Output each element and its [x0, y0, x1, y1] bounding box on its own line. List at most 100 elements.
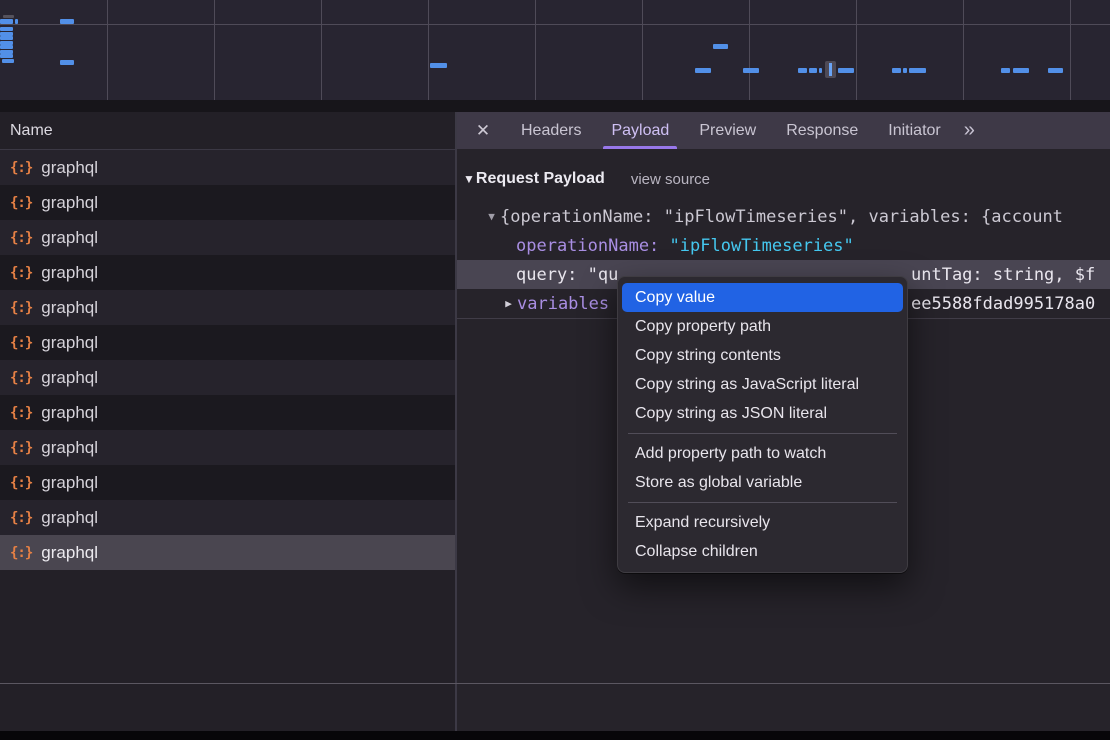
payload-root-row[interactable]: ▼{operationName: "ipFlowTimeseries", var… — [457, 202, 1110, 231]
json-request-icon: {:} — [10, 475, 32, 491]
json-request-icon: {:} — [10, 440, 32, 456]
request-timing-bar — [909, 68, 926, 73]
operation-name-row[interactable]: operationName: "ipFlowTimeseries" — [457, 231, 1110, 260]
json-request-icon: {:} — [10, 510, 32, 526]
menu-item-copy-string-as-json-literal[interactable]: Copy string as JSON literal — [622, 399, 903, 428]
request-row[interactable]: {:}graphql — [0, 430, 455, 465]
json-request-icon: {:} — [10, 405, 32, 421]
tab-label: Initiator — [888, 122, 940, 140]
request-name: graphql — [41, 228, 98, 248]
request-row[interactable]: {:} graphql — [0, 535, 455, 570]
panel-divider[interactable] — [455, 112, 457, 740]
request-name: graphql — [41, 193, 98, 213]
chevron-double-right-icon[interactable]: » — [964, 119, 973, 142]
request-name: graphql — [41, 543, 98, 563]
name-column-label: Name — [10, 122, 53, 140]
request-timing-bar — [0, 45, 13, 49]
menu-item-add-property-path-to-watch[interactable]: Add property path to watch — [622, 439, 903, 468]
window-bottom-bar — [0, 731, 1110, 740]
json-request-icon: {:} — [10, 265, 32, 281]
request-row[interactable]: {:}graphql — [0, 465, 455, 500]
overview-selected-marker — [825, 61, 836, 78]
json-request-icon: {:} — [10, 335, 32, 351]
request-timing-bar — [2, 59, 14, 63]
context-menu: Copy valueCopy property pathCopy string … — [617, 276, 908, 573]
request-row[interactable]: {:} graphql — [0, 325, 455, 360]
request-timing-bar — [60, 19, 74, 24]
json-request-icon: {:} — [10, 545, 32, 561]
query-key: query: — [516, 265, 588, 285]
menu-item-collapse-children[interactable]: Collapse children — [622, 537, 903, 566]
tab-label: Headers — [521, 122, 581, 140]
overview-vertical-gridline — [535, 0, 536, 100]
close-icon[interactable]: ✕ — [472, 121, 494, 141]
json-request-icon: {:} — [10, 160, 32, 176]
tab-preview[interactable]: Preview — [684, 112, 771, 149]
tree-collapsed-triangle-icon[interactable]: ▶ — [500, 297, 517, 310]
tab-response[interactable]: Response — [771, 112, 873, 149]
tree-expanded-triangle-icon[interactable]: ▼ — [483, 210, 500, 223]
request-row[interactable]: {:}graphql — [0, 150, 455, 185]
name-column-header[interactable]: Name — [0, 112, 455, 150]
overview-vertical-gridline — [1070, 0, 1071, 100]
variables-value-right: ee5588fdad995178a0 — [911, 289, 1095, 318]
json-request-icon: {:} — [10, 370, 32, 386]
menu-item-expand-recursively[interactable]: Expand recursively — [622, 508, 903, 537]
request-timing-bar — [1013, 68, 1029, 73]
request-timing-bar — [838, 68, 854, 73]
request-row[interactable]: {:}graphql — [0, 395, 455, 430]
request-name: graphql — [41, 263, 98, 283]
overview-marker-line — [829, 63, 832, 76]
request-row[interactable]: {:} graphql — [0, 360, 455, 395]
network-overview-timeline[interactable] — [0, 0, 1110, 100]
menu-item-copy-property-path[interactable]: Copy property path — [622, 312, 903, 341]
overview-vertical-gridline — [642, 0, 643, 100]
status-bar-divider — [0, 683, 1110, 684]
request-timing-bar — [0, 19, 13, 24]
request-timing-bar — [695, 68, 711, 73]
tab-payload[interactable]: Payload — [596, 112, 684, 149]
request-name: graphql — [41, 333, 98, 353]
section-expand-triangle-icon[interactable]: ▼ — [463, 172, 475, 186]
request-timing-bar — [892, 68, 901, 73]
tab-headers[interactable]: Headers — [506, 112, 596, 149]
request-timing-bar — [0, 54, 13, 58]
request-row[interactable]: {:} graphql — [0, 255, 455, 290]
overview-horizontal-gridline — [0, 24, 1110, 25]
devtools-network-panel: Name {:} graphql {:} graphql {:} graphql {:} gr… — [0, 0, 1110, 740]
menu-separator — [628, 433, 897, 434]
operation-name-value: "ipFlowTimeseries" — [670, 236, 854, 256]
request-timing-bar — [809, 68, 817, 73]
request-name: graphql — [41, 368, 98, 388]
variables-key: variables — [517, 294, 609, 314]
request-payload-heading[interactable]: ▼ Request Payload view source — [463, 166, 710, 192]
tab-label: Payload — [611, 122, 669, 140]
query-value-left: "qu — [588, 265, 619, 285]
tab-label: Preview — [699, 122, 756, 140]
overview-vertical-gridline — [107, 0, 108, 100]
request-timing-bar — [3, 15, 14, 18]
payload-root-preview: {operationName: "ipFlowTimeseries", vari… — [500, 207, 1063, 227]
request-row[interactable]: {:}graphql — [0, 220, 455, 255]
details-tab-bar: ✕ Headers Payload Preview Response Initiator… — [457, 112, 1110, 149]
overview-vertical-gridline — [214, 0, 215, 100]
request-timing-bar — [798, 68, 807, 73]
request-name: graphql — [41, 508, 98, 528]
menu-separator — [628, 502, 897, 503]
menu-item-copy-value[interactable]: Copy value — [622, 283, 903, 312]
request-row[interactable]: {:} graphql — [0, 500, 455, 535]
view-source-link[interactable]: view source — [631, 171, 710, 188]
menu-item-copy-string-contents[interactable]: Copy string contents — [622, 341, 903, 370]
menu-item-store-as-global-variable[interactable]: Store as global variable — [622, 468, 903, 497]
overview-vertical-gridline — [321, 0, 322, 100]
overview-vertical-gridline — [428, 0, 429, 100]
overview-separator-band — [0, 100, 1110, 112]
request-row[interactable]: {:}graphql — [0, 290, 455, 325]
menu-item-copy-string-as-javascript-literal[interactable]: Copy string as JavaScript literal — [622, 370, 903, 399]
request-timing-bar — [0, 27, 13, 31]
request-timing-bar — [15, 19, 18, 24]
request-row[interactable]: {:}graphql — [0, 185, 455, 220]
request-timing-bar — [713, 44, 728, 49]
overview-vertical-gridline — [749, 0, 750, 100]
tab-initiator[interactable]: Initiator — [873, 112, 955, 149]
